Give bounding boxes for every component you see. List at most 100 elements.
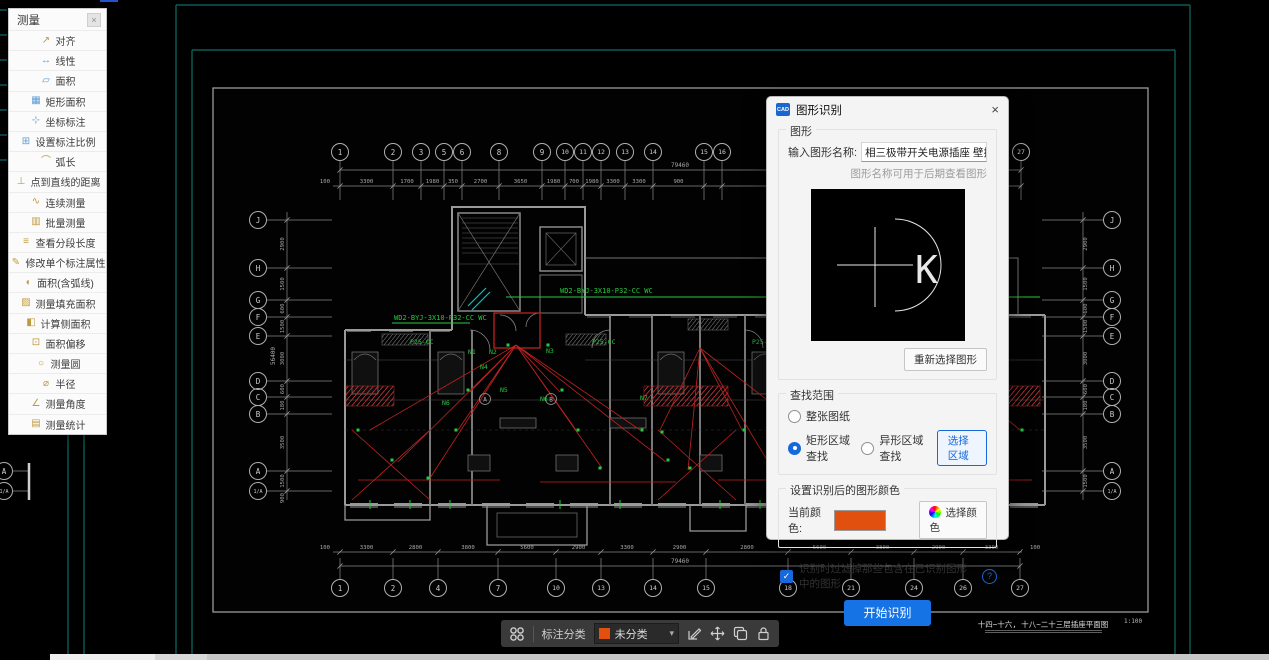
arc-length-icon: ⌒ — [40, 157, 53, 167]
panel-item-20[interactable]: ▤测量统计 — [9, 414, 106, 434]
svg-text:G: G — [256, 296, 261, 305]
panel-item-label: 面积 — [56, 73, 76, 88]
panel-item-4[interactable]: ▦矩形面积 — [9, 91, 106, 111]
panel-title: 测量 — [17, 12, 40, 28]
close-icon[interactable]: × — [991, 103, 999, 116]
panel-item-1[interactable]: ↗对齐 — [9, 30, 106, 50]
classify-label: 标注分类 — [542, 626, 586, 642]
svg-text:2: 2 — [391, 148, 396, 157]
panel-item-label: 测量统计 — [46, 417, 86, 432]
svg-text:13: 13 — [597, 584, 605, 592]
select-area-button[interactable]: 选择区域 — [937, 430, 987, 466]
panel-item-3[interactable]: ▱面积 — [9, 70, 106, 90]
svg-text:5600: 5600 — [520, 545, 533, 551]
panel-item-10[interactable]: ▥批量测量 — [9, 212, 106, 232]
socket-label: P25-CC — [592, 338, 616, 346]
panel-item-label: 批量测量 — [46, 215, 86, 230]
svg-text:27: 27 — [1016, 584, 1024, 592]
symbol-preview: K — [811, 189, 965, 341]
graphic-name-input[interactable]: 相三极带开关电源插座 壁挂空调用 — [861, 142, 987, 162]
svg-text:4: 4 — [436, 584, 441, 593]
svg-text:600: 600 — [280, 303, 286, 313]
graphic-name-label: 输入图形名称: — [788, 144, 857, 160]
panel-item-12[interactable]: ✎修改单个标注属性 — [9, 252, 106, 272]
circuit-label: N7 — [640, 394, 648, 402]
panel-item-16[interactable]: ⊡面积偏移 — [9, 333, 106, 353]
svg-text:2800: 2800 — [740, 545, 753, 551]
category-dropdown[interactable]: 未分类 ▾ — [594, 623, 679, 644]
copy-icon[interactable] — [733, 625, 748, 642]
socket-symbol — [661, 431, 664, 434]
help-icon[interactable]: ? — [982, 569, 997, 584]
radio-icon[interactable] — [788, 442, 801, 455]
panel-item-19[interactable]: ∠测量角度 — [9, 393, 106, 413]
panel-item-6[interactable]: ⊞设置标注比例 — [9, 131, 106, 151]
svg-text:1500: 1500 — [1083, 474, 1089, 487]
svg-text:12: 12 — [597, 148, 605, 156]
radio-icon[interactable] — [861, 442, 874, 455]
circuit-label: N5 — [500, 386, 508, 394]
svg-text:1/A: 1/A — [0, 489, 9, 495]
svg-text:B: B — [256, 410, 261, 419]
scope-option-rect[interactable]: 矩形区域查找 异形区域查找 选择区域 — [788, 430, 987, 466]
cad-canvas[interactable]: A 1/A — [0, 0, 1269, 660]
panel-item-label: 线性 — [56, 53, 76, 68]
annotation-toolbar: 标注分类 未分类 ▾ — [501, 620, 779, 647]
area-icon: ▱ — [40, 76, 53, 86]
svg-text:1500: 1500 — [280, 474, 286, 487]
circuit-label: N1 — [468, 348, 476, 356]
panel-item-2[interactable]: ↔线性 — [9, 50, 106, 70]
panel-item-9[interactable]: ∿连续测量 — [9, 192, 106, 212]
svg-text:10: 10 — [561, 148, 569, 156]
dialog-titlebar[interactable]: CAD 图形识别 × — [767, 97, 1008, 122]
scope-option-whole[interactable]: 整张图纸 — [788, 408, 987, 424]
circuit-label: N3 — [546, 347, 554, 355]
panel-item-18[interactable]: ⌀半径 — [9, 373, 106, 393]
panel-item-15[interactable]: ◧计算侧面积 — [9, 313, 106, 333]
reselect-graphic-button[interactable]: 重新选择图形 — [904, 348, 987, 371]
panel-item-label: 面积偏移 — [46, 336, 86, 351]
socket-symbol — [561, 389, 564, 392]
chevron-down-icon: ▾ — [669, 628, 674, 639]
panel-item-list: ↗对齐↔线性▱面积▦矩形面积⊹坐标标注⊞设置标注比例⌒弧长⊥点到直线的距离∿连续… — [9, 30, 106, 434]
svg-text:79460: 79460 — [671, 162, 689, 169]
graphic-group-label: 图形 — [786, 123, 816, 139]
wire-label-top: WD2-BYJ-3X10-P32-CC WC — [560, 287, 653, 295]
svg-text:3800: 3800 — [461, 545, 474, 551]
lock-icon[interactable] — [756, 625, 771, 642]
graphic-name-hint: 图形名称可用于后期查看图形 — [788, 166, 987, 181]
panel-item-8[interactable]: ⊥点到直线的距离 — [9, 171, 106, 191]
filter-checkbox-label: 识别时过滤掉那些包含在已识别图形中的图形 — [799, 561, 976, 591]
panel-item-label: 测量填充面积 — [36, 296, 96, 311]
svg-text:H: H — [1110, 264, 1115, 273]
svg-text:3500: 3500 — [1083, 436, 1089, 449]
svg-text:600: 600 — [1083, 303, 1089, 313]
socket-symbol — [357, 429, 360, 432]
scope-group-label: 查找范围 — [786, 387, 838, 403]
select-color-button[interactable]: 选择颜色 — [919, 501, 987, 539]
socket-symbol — [391, 459, 394, 462]
classify-grid-icon[interactable] — [509, 625, 525, 642]
filter-checkbox[interactable]: ✓ — [780, 570, 793, 583]
start-recognition-button[interactable]: 开始识别 — [844, 600, 930, 626]
panel-item-14[interactable]: ▨测量填充面积 — [9, 292, 106, 312]
panel-item-5[interactable]: ⊹坐标标注 — [9, 111, 106, 131]
current-color-label: 当前颜色: — [788, 504, 827, 536]
svg-text:1700: 1700 — [400, 179, 413, 185]
edit-icon[interactable] — [687, 625, 702, 642]
panel-item-label: 坐标标注 — [46, 114, 86, 129]
close-icon[interactable]: × — [87, 13, 101, 27]
radio-icon[interactable] — [788, 410, 801, 423]
move-icon[interactable] — [710, 625, 725, 642]
scrollbar-thumb[interactable] — [50, 654, 155, 660]
panel-item-13[interactable]: ◖面积(含弧线) — [9, 272, 106, 292]
panel-item-11[interactable]: ≡查看分段长度 — [9, 232, 106, 252]
side-area-icon: ◧ — [25, 318, 38, 328]
panel-item-label: 弧长 — [56, 154, 76, 169]
toolbar-separator — [533, 626, 534, 642]
panel-item-17[interactable]: ○测量圆 — [9, 353, 106, 373]
svg-text:A: A — [1110, 467, 1115, 476]
socket-label: P25-CC — [410, 338, 434, 346]
panel-item-7[interactable]: ⌒弧长 — [9, 151, 106, 171]
horizontal-scrollbar[interactable] — [50, 654, 1269, 660]
